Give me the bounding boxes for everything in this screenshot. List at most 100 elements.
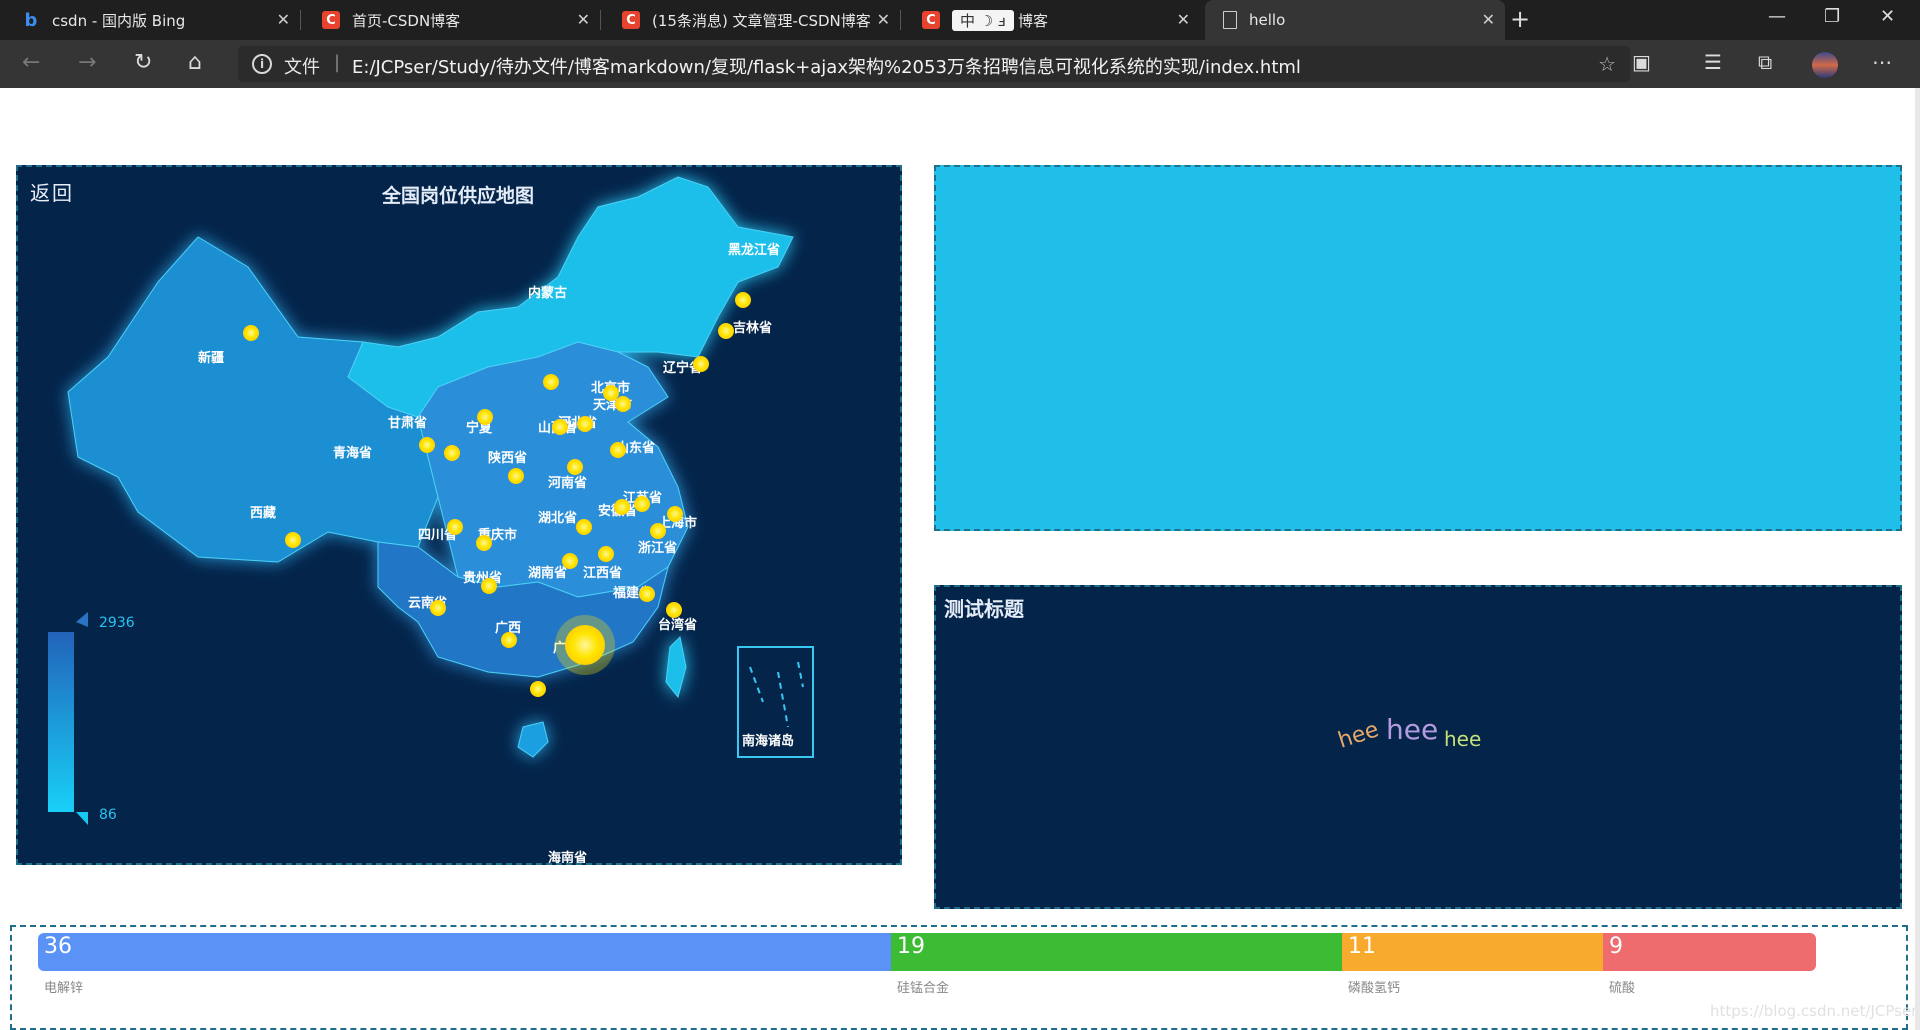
segment-label: 硫酸 xyxy=(1609,981,1636,996)
province-label: 湖南省 xyxy=(528,565,567,581)
province-label: 河南省 xyxy=(548,475,587,491)
tab-bing[interactable]: b csdn - 国内版 Bing ✕ xyxy=(0,0,300,40)
map-region-hainan[interactable] xyxy=(517,721,549,758)
province-label: 台湾省 xyxy=(658,617,697,633)
tab-label: csdn - 国内版 Bing xyxy=(52,11,186,30)
close-icon[interactable]: ✕ xyxy=(1177,10,1190,29)
visualmap-min: 86 xyxy=(99,807,117,823)
scatter-point[interactable] xyxy=(577,416,593,432)
info-icon[interactable]: i xyxy=(252,54,272,74)
scatter-point[interactable] xyxy=(501,632,517,648)
tab-csdn-manage[interactable]: C (15条消息) 文章管理-CSDN博客 ✕ xyxy=(600,0,900,40)
bar-segment[interactable]: 19 xyxy=(891,933,1342,971)
visualmap-handle-top[interactable] xyxy=(76,612,88,627)
scatter-point[interactable] xyxy=(447,519,463,535)
segment-value: 11 xyxy=(1348,934,1376,959)
csdn-icon: C xyxy=(922,11,940,29)
visualmap-bar[interactable] xyxy=(48,632,74,812)
scatter-point[interactable] xyxy=(735,292,751,308)
province-label: 甘肃省 xyxy=(388,415,427,431)
province-label: 西藏 xyxy=(250,505,276,521)
scatter-point[interactable] xyxy=(634,496,650,512)
tab-csdn-blog[interactable]: C 中 ☽ ⅎ 博客 ✕ xyxy=(900,0,1200,40)
scatter-point[interactable] xyxy=(718,323,734,339)
scatter-point[interactable] xyxy=(614,499,630,515)
visualmap-max: 2936 xyxy=(99,615,135,631)
scatter-point[interactable] xyxy=(615,396,631,412)
close-icon[interactable]: ✕ xyxy=(1482,10,1495,29)
scatter-point[interactable] xyxy=(565,625,605,665)
minimize-icon[interactable]: — xyxy=(1768,6,1786,27)
china-map[interactable]: 黑龙江省 吉林省 辽宁省 内蒙古 新疆 甘肃省 宁夏 青海省 陕西省 山西省 北… xyxy=(18,167,900,863)
scatter-point[interactable] xyxy=(543,374,559,390)
close-icon[interactable]: ✕ xyxy=(277,10,290,29)
scatter-point[interactable] xyxy=(419,437,435,453)
visualmap-handle-bottom[interactable] xyxy=(76,812,88,825)
close-window-icon[interactable]: ✕ xyxy=(1880,6,1895,27)
file-label: 文件 xyxy=(284,57,320,78)
close-icon[interactable]: ✕ xyxy=(877,10,890,29)
favorites-icon[interactable]: ☰ xyxy=(1704,50,1722,74)
scatter-point[interactable] xyxy=(598,546,614,562)
scatter-point[interactable] xyxy=(477,409,493,425)
scatter-point[interactable] xyxy=(666,602,682,618)
scatter-point[interactable] xyxy=(639,586,655,602)
scatter-point[interactable] xyxy=(667,506,683,522)
new-tab-icon[interactable]: + xyxy=(1510,5,1530,33)
scatter-point[interactable] xyxy=(530,681,546,697)
scatter-point[interactable] xyxy=(285,532,301,548)
star-icon[interactable]: ☆ xyxy=(1598,52,1616,76)
map-regions[interactable] xyxy=(67,176,794,758)
url-separator: | xyxy=(334,52,341,73)
province-label: 江西省 xyxy=(583,565,622,581)
tab-csdn-home[interactable]: C 首页-CSDN博客 ✕ xyxy=(300,0,600,40)
bar-segment[interactable]: 11 xyxy=(1342,933,1603,971)
address-bar[interactable]: i 文件 | E:/JCPser/Study/待办文件/博客markdown/复… xyxy=(238,46,1630,82)
back-icon[interactable]: ← xyxy=(22,50,40,75)
scatter-point[interactable] xyxy=(444,445,460,461)
scatter-point[interactable] xyxy=(567,459,583,475)
scatter-point[interactable] xyxy=(508,468,524,484)
close-icon[interactable]: ✕ xyxy=(577,10,590,29)
province-label: 浙江省 xyxy=(638,540,677,556)
cloud-title: 测试标题 xyxy=(944,597,1024,621)
url-text[interactable]: E:/JCPser/Study/待办文件/博客markdown/复现/flask… xyxy=(352,53,1301,79)
more-icon[interactable]: ⋯ xyxy=(1872,50,1892,74)
scatter-point[interactable] xyxy=(610,442,626,458)
scatter-point[interactable] xyxy=(603,385,619,401)
scatter-point[interactable] xyxy=(562,553,578,569)
scatter-point[interactable] xyxy=(552,419,568,435)
home-icon[interactable]: ⌂ xyxy=(188,50,202,75)
scatter-point[interactable] xyxy=(576,519,592,535)
tab-label: (15条消息) 文章管理-CSDN博客 xyxy=(652,11,871,30)
province-label: 海南省 xyxy=(548,850,587,863)
segment-label: 硅锰合金 xyxy=(897,981,950,996)
page-icon xyxy=(1223,11,1237,29)
blue-chart-panel xyxy=(934,165,1902,531)
scatter-point[interactable] xyxy=(693,356,709,372)
province-label: 湖北省 xyxy=(538,510,577,526)
restore-icon[interactable]: ❐ xyxy=(1824,6,1840,27)
forward-icon[interactable]: → xyxy=(78,50,96,75)
scrollbar[interactable] xyxy=(1915,88,1920,1030)
scatter-point[interactable] xyxy=(476,535,492,551)
refresh-icon[interactable]: ↻ xyxy=(134,50,152,75)
browser-tab-bar: b csdn - 国内版 Bing ✕ C 首页-CSDN博客 ✕ C (15条… xyxy=(0,0,1920,40)
profile-avatar[interactable] xyxy=(1812,52,1838,78)
province-label: 陕西省 xyxy=(488,450,527,466)
map-region-taiwan[interactable] xyxy=(665,635,687,699)
collections-icon[interactable]: ⧉ xyxy=(1758,50,1772,74)
cloud-word: hee xyxy=(1386,713,1439,746)
tab-hello[interactable]: hello ✕ xyxy=(1205,0,1505,40)
south-sea-dashes xyxy=(749,661,804,728)
bar-segment[interactable]: 36 xyxy=(38,933,891,971)
bar-segment[interactable]: 9 xyxy=(1603,933,1816,971)
scatter-point[interactable] xyxy=(481,578,497,594)
province-label: 内蒙古 xyxy=(528,285,567,301)
scatter-point[interactable] xyxy=(650,523,666,539)
scatter-point[interactable] xyxy=(430,600,446,616)
scatter-point[interactable] xyxy=(243,325,259,341)
immersive-reader-icon[interactable]: ▣ xyxy=(1632,50,1651,74)
cloud-word: hee xyxy=(1444,727,1482,751)
province-label: 黑龙江省 xyxy=(728,242,780,258)
